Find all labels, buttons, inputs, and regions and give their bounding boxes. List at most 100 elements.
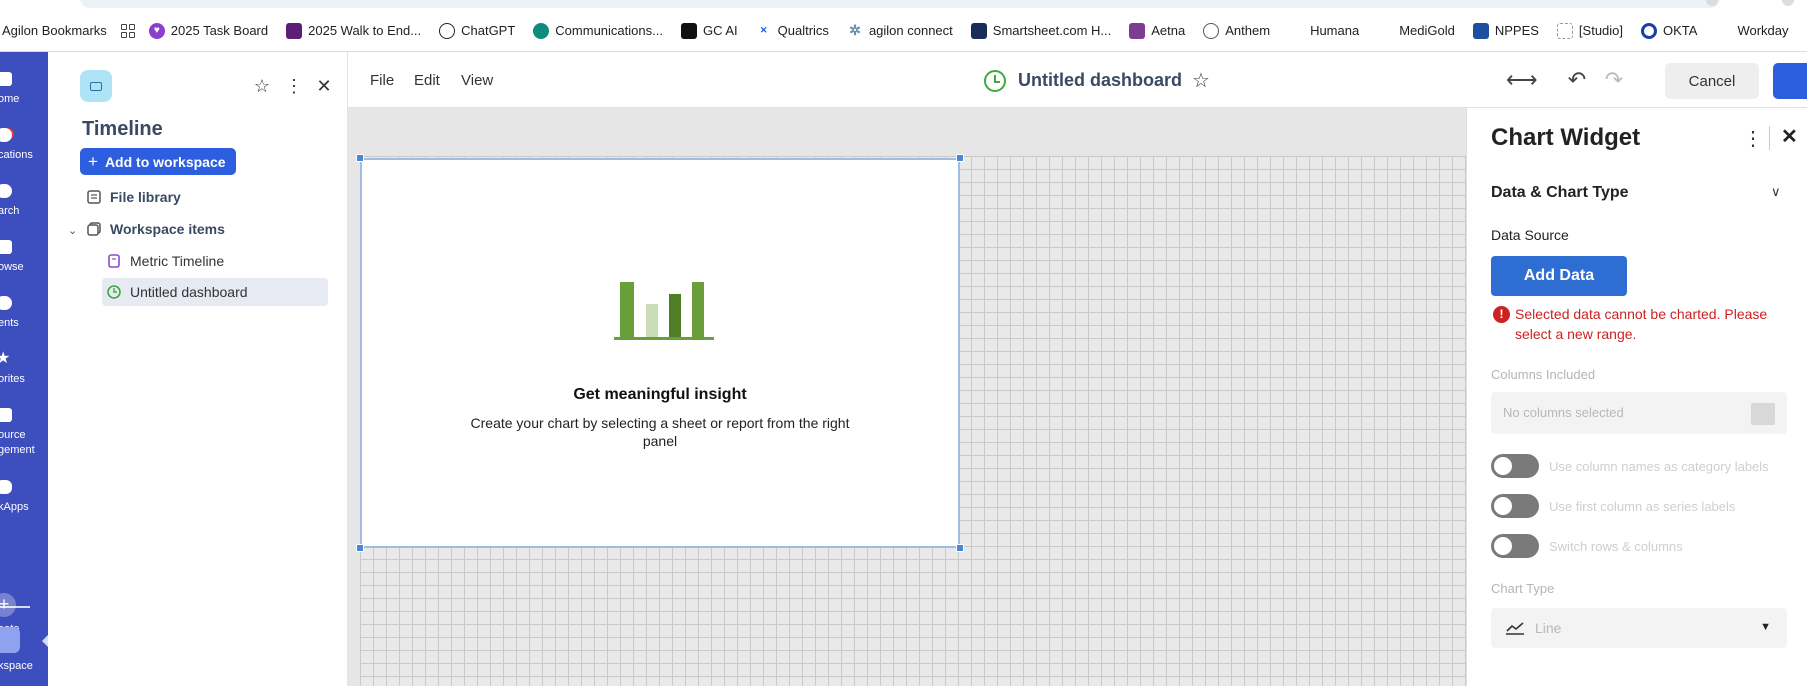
rail-divider xyxy=(0,606,30,608)
workspace-items-label: Workspace items xyxy=(110,221,225,237)
rail-notifications[interactable]: cations xyxy=(0,128,48,163)
bookmark-aetna[interactable]: Aetna xyxy=(1129,17,1185,45)
rail-browse[interactable]: owse xyxy=(0,240,48,275)
bookmark-task-board[interactable]: ♥ 2025 Task Board xyxy=(148,17,268,45)
rail-resource-management[interactable]: ource gement xyxy=(0,408,48,458)
workapps-icon xyxy=(0,480,12,494)
alz-logo-icon xyxy=(286,22,303,39)
bookmark-qualtrics[interactable]: ✕ Qualtrics xyxy=(756,17,829,45)
rail-home[interactable]: ome xyxy=(0,72,48,107)
bookmarks-bar: Agilon Bookmarks ♥ 2025 Task Board 2025 … xyxy=(0,10,1807,52)
rail-recents[interactable]: ents xyxy=(0,296,48,331)
bookmark-label: ChatGPT xyxy=(461,23,516,38)
close-icon[interactable]: ✕ xyxy=(1781,124,1798,149)
chart-placeholder-icon xyxy=(614,280,714,347)
bookmark-label: MediGold xyxy=(1399,23,1455,38)
bookmark-agilon-connect[interactable]: ✲ agilon connect xyxy=(847,17,953,45)
address-bar[interactable] xyxy=(80,0,1720,8)
bookmark-nppes[interactable]: NPPES xyxy=(1472,17,1539,45)
rail-label: ome xyxy=(0,93,20,105)
dashboard-canvas[interactable]: Get meaningful insight Create your chart… xyxy=(348,108,1466,686)
menu-edit[interactable]: Edit xyxy=(414,72,440,89)
cancel-button[interactable]: Cancel xyxy=(1665,63,1759,99)
chart-widget[interactable]: Get meaningful insight Create your chart… xyxy=(360,158,960,548)
close-icon[interactable]: ✕ xyxy=(312,74,336,98)
rail-workapps[interactable]: kApps xyxy=(0,480,48,515)
bookmark-label: Aetna xyxy=(1151,23,1186,38)
tree-item-metric-timeline[interactable]: Metric Timeline xyxy=(106,248,326,274)
resize-handle-top-left[interactable] xyxy=(356,154,364,162)
browse-icon xyxy=(0,240,12,254)
bookmark-okta[interactable]: OKTA xyxy=(1641,17,1697,45)
toggle-switch[interactable] xyxy=(1491,454,1539,478)
file-library-item[interactable]: File library xyxy=(86,184,181,210)
toggle-row-series-labels[interactable]: Use first column as series labels xyxy=(1491,493,1735,519)
apps-grid-icon[interactable] xyxy=(120,23,135,38)
columns-included-label: Columns Included xyxy=(1491,367,1596,382)
resize-handle-top-right[interactable] xyxy=(956,154,964,162)
add-to-workspace-button[interactable]: + Add to workspace xyxy=(80,148,236,175)
chatgpt-icon xyxy=(439,22,456,39)
search-icon xyxy=(0,184,12,198)
rail-search[interactable]: arch xyxy=(0,184,48,219)
bookmark-walk-to-end[interactable]: 2025 Walk to End... xyxy=(286,17,421,45)
error-icon: ! xyxy=(1493,306,1510,323)
section-data-chart-type[interactable]: Data & Chart Type xyxy=(1491,184,1629,202)
star-icon[interactable]: ☆ xyxy=(250,74,274,98)
rail-label: ents xyxy=(0,317,19,329)
rail-favorites[interactable]: ★ orites xyxy=(0,351,48,387)
add-data-button[interactable]: Add Data xyxy=(1491,256,1627,296)
bookmark-label: agilon connect xyxy=(868,23,953,38)
bookmark-communications[interactable]: Communications... xyxy=(533,17,663,45)
medigold-icon xyxy=(1377,23,1393,39)
plus-icon: + xyxy=(88,151,98,171)
bookmark-medigold[interactable]: MediGold xyxy=(1377,17,1455,45)
rail-label: kApps xyxy=(0,501,29,513)
chevron-down-icon[interactable]: ∨ xyxy=(1771,184,1781,200)
more-vertical-icon[interactable]: ⋮ xyxy=(282,74,306,98)
redo-icon[interactable]: ↷ xyxy=(1600,66,1628,94)
expand-width-icon[interactable]: ⟷ xyxy=(1506,66,1538,94)
workspace-icon[interactable] xyxy=(0,627,20,653)
chevron-down-icon[interactable]: ⌄ xyxy=(68,224,77,237)
save-button[interactable] xyxy=(1773,63,1807,99)
dashboard-title-text[interactable]: Untitled dashboard xyxy=(1018,70,1182,91)
bookmark-chatgpt[interactable]: ChatGPT xyxy=(439,17,515,45)
columns-select[interactable]: No columns selected xyxy=(1491,392,1787,434)
rail-workspace[interactable]: kspace xyxy=(0,659,48,674)
bookmark-humana[interactable]: Humana xyxy=(1288,17,1359,45)
bookmark-agilon-folder[interactable]: Agilon Bookmarks xyxy=(2,17,107,45)
browser-url-strip xyxy=(0,0,1807,10)
undo-icon[interactable]: ↶ xyxy=(1563,66,1591,94)
widget-headline: Get meaningful insight xyxy=(573,386,747,403)
resize-handle-bottom-left[interactable] xyxy=(356,544,364,552)
app-nav-rail: ome 5 cations arch owse ents ★ orites ou… xyxy=(0,52,49,686)
toggle-row-switch-rows[interactable]: Switch rows & columns xyxy=(1491,533,1683,559)
bookmark-smartsheet[interactable]: Smartsheet.com H... xyxy=(970,17,1111,45)
dashboard-title: Untitled dashboard ☆ xyxy=(984,68,1210,93)
resource-icon xyxy=(0,408,12,422)
bookmark-studio[interactable]: [Studio] xyxy=(1556,17,1623,45)
columns-select-button[interactable] xyxy=(1751,403,1775,425)
bookmark-anthem[interactable]: Anthem xyxy=(1203,17,1270,45)
browser-profile-icon[interactable] xyxy=(1782,0,1794,6)
bookmark-gc-ai[interactable]: GC AI xyxy=(680,17,738,45)
toggle-row-category-labels[interactable]: Use column names as category labels xyxy=(1491,453,1769,479)
rail-label: orites xyxy=(0,373,25,385)
menu-file[interactable]: File xyxy=(370,72,394,89)
toggle-switch[interactable] xyxy=(1491,494,1539,518)
workspace-items-folder[interactable]: Workspace items xyxy=(86,216,225,242)
toggle-switch[interactable] xyxy=(1491,534,1539,558)
create-icon[interactable]: + xyxy=(0,593,16,617)
home-icon xyxy=(0,72,12,86)
bookmark-workday[interactable]: Workday xyxy=(1715,17,1788,45)
more-vertical-icon[interactable]: ⋮ xyxy=(1743,126,1763,151)
chart-type-select[interactable]: Line ▼ xyxy=(1491,608,1787,648)
data-source-label: Data Source xyxy=(1491,227,1569,243)
star-icon[interactable]: ☆ xyxy=(1192,68,1210,93)
columns-placeholder: No columns selected xyxy=(1503,405,1624,420)
rail-label: owse xyxy=(0,261,24,273)
menu-view[interactable]: View xyxy=(461,72,493,89)
resize-handle-bottom-right[interactable] xyxy=(956,544,964,552)
tree-item-untitled-dashboard[interactable]: Untitled dashboard xyxy=(102,278,328,306)
